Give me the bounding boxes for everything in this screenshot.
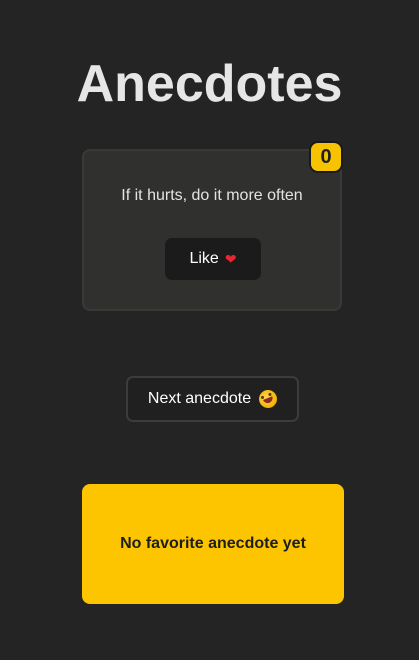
favorite-anecdote-text: No favorite anecdote yet — [120, 535, 306, 552]
heart-icon: ❤ — [224, 250, 237, 267]
next-anecdote-label: Next anecdote — [147, 390, 252, 407]
rolling-on-floor-laughing-icon — [256, 387, 280, 411]
anecdote-card: If it hurts, do it more often Like ❤ — [82, 149, 342, 311]
next-anecdote-button[interactable]: Next anecdote — [126, 376, 299, 422]
vote-count-badge: 0 — [309, 141, 343, 173]
page-title: Anecdotes — [76, 55, 343, 113]
like-label: Like — [189, 250, 219, 267]
like-button[interactable]: Like ❤ — [165, 238, 261, 280]
favorite-anecdote-panel: No favorite anecdote yet — [82, 484, 344, 604]
anecdote-text: If it hurts, do it more often — [121, 187, 303, 204]
